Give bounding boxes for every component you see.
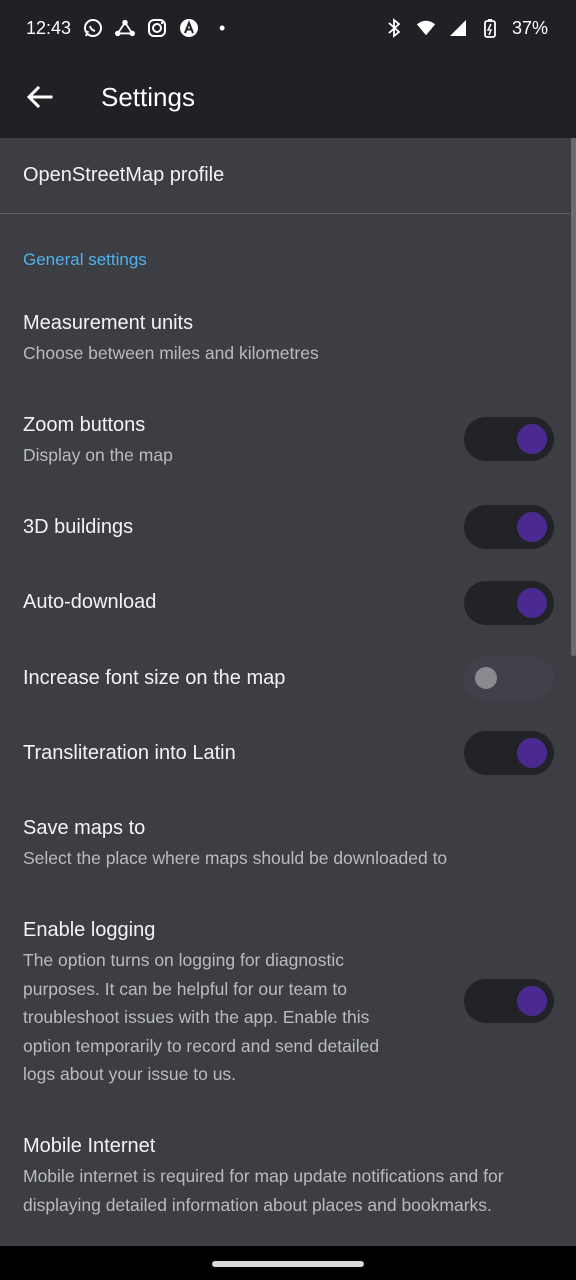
battery-percent: 37% [511,17,548,38]
status-left: 12:43 • [26,18,225,39]
toggle-knob [517,738,547,768]
whatsapp-icon [83,18,103,38]
home-gesture-handle[interactable] [212,1261,364,1267]
navigation-bar [0,1246,576,1280]
divider [0,213,570,214]
transliteration-toggle[interactable] [464,731,554,775]
arc-icon [179,18,199,38]
profile-label: OpenStreetMap profile [23,164,225,186]
auto-download-toggle[interactable] [464,581,554,625]
measurement-subtitle: Choose between miles and kilometres [23,343,319,363]
measurement-title: Measurement units [23,312,194,334]
status-dot: • [219,17,226,38]
app-bar: Settings [0,56,576,138]
font-size-toggle[interactable] [464,656,554,700]
measurement-units-item[interactable]: Measurement units Choose between miles a… [0,312,570,368]
3d-buildings-toggle[interactable] [464,505,554,549]
toggle-knob [517,986,547,1016]
save-maps-item[interactable]: Save maps to Select the place where maps… [0,817,570,873]
page-title: Settings [101,81,195,112]
zoom-buttons-toggle[interactable] [464,417,554,461]
toggle-knob [517,424,547,454]
toggle-knob [517,512,547,542]
savemaps-title: Save maps to [23,817,146,839]
general-settings-header: General settings [0,250,570,270]
scrollbar[interactable] [571,138,576,656]
toggle-knob [517,588,547,618]
battery-icon [480,18,500,38]
wifi-icon [416,18,436,38]
bluetooth-icon [384,18,404,38]
enable-logging-toggle[interactable] [464,979,554,1023]
toggle-knob [475,667,497,689]
instagram-icon [147,18,167,38]
logging-title: Enable logging [23,919,156,941]
signal-icon [448,18,468,38]
mobile-title: Mobile Internet [23,1135,156,1157]
network-icon [115,18,136,38]
logging-subtitle: The option turns on logging for diagnost… [23,950,380,1084]
back-arrow-icon [27,86,53,108]
profile-item[interactable]: OpenStreetMap profile [0,138,570,214]
back-button[interactable] [20,77,60,117]
status-right: 37% [384,18,548,39]
mobile-subtitle: Mobile internet is required for map upda… [23,1166,504,1215]
savemaps-subtitle: Select the place where maps should be do… [23,848,448,868]
settings-list[interactable]: OpenStreetMap profile General settings M… [0,138,570,1246]
status-bar: 12:43 • 37% [0,0,576,56]
category-label: General settings [23,250,147,269]
status-time: 12:43 [26,17,72,38]
mobile-internet-item[interactable]: Mobile Internet Mobile internet is requi… [0,1135,570,1219]
